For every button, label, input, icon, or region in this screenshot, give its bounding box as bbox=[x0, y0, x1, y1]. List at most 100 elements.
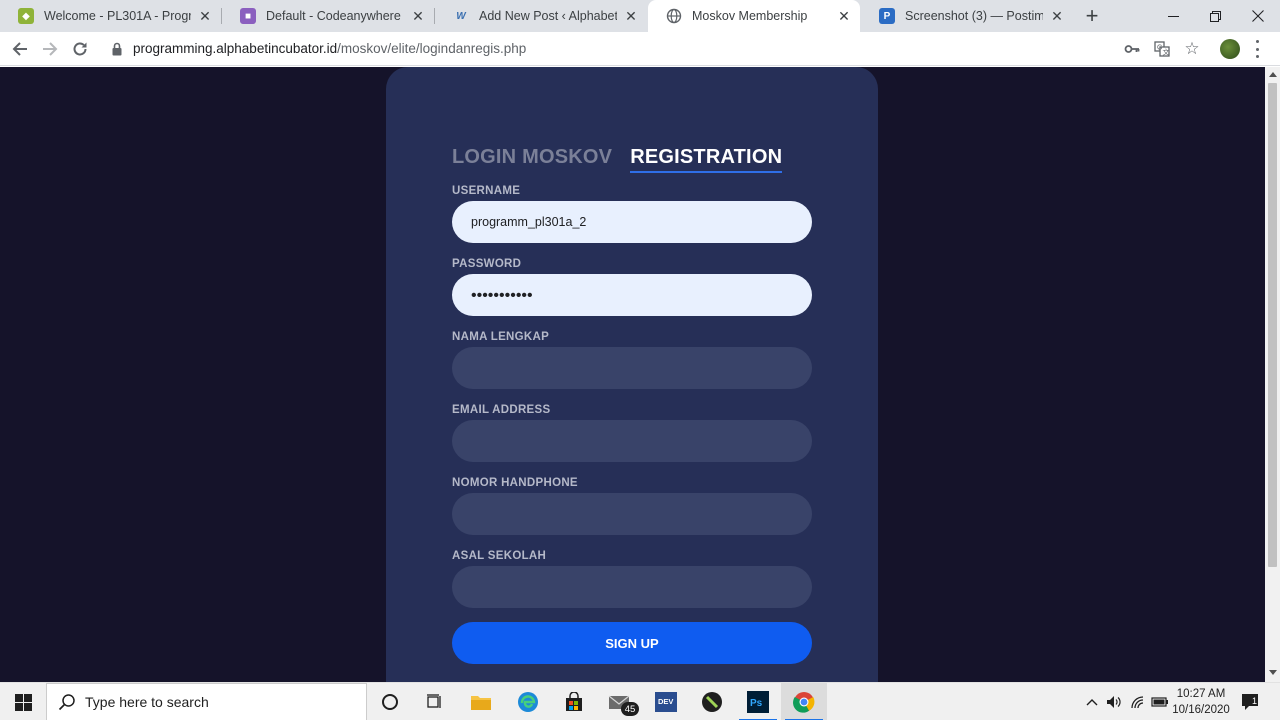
dev-app-button[interactable]: DEV bbox=[643, 683, 689, 720]
close-icon[interactable]: ✕ bbox=[836, 8, 852, 24]
scroll-up-icon[interactable] bbox=[1269, 72, 1277, 77]
scrollbar-thumb[interactable] bbox=[1268, 83, 1277, 567]
password-input[interactable] bbox=[452, 274, 812, 316]
show-hidden-icons[interactable] bbox=[1082, 683, 1102, 720]
svg-text:文: 文 bbox=[1163, 48, 1170, 57]
full-name-label: NAMA LENGKAP bbox=[452, 331, 550, 343]
clock-time: 10:27 AM bbox=[1176, 688, 1226, 700]
folder-icon bbox=[471, 696, 491, 710]
page-viewport: LOGIN MOSKOV REGISTRATION USERNAME PASSW… bbox=[0, 67, 1265, 682]
username-label: USERNAME bbox=[452, 185, 521, 197]
tab-login[interactable]: LOGIN MOSKOV bbox=[452, 146, 612, 173]
tab-registration[interactable]: REGISTRATION bbox=[630, 146, 783, 173]
search-placeholder: Type here to search bbox=[85, 694, 209, 710]
photoshop-button[interactable]: Ps bbox=[735, 683, 781, 720]
browser-menu-icon[interactable] bbox=[1254, 40, 1260, 58]
alphabet-favicon-icon: ◆ bbox=[18, 8, 34, 24]
windows-logo-icon bbox=[14, 693, 32, 711]
browser-tab-strip: ◆ Welcome - PL301A - Programm ✕ ■ Defaul… bbox=[0, 0, 1280, 32]
task-view-button[interactable] bbox=[412, 683, 458, 720]
browser-toolbar: programming.alphabetincubator.id/moskov/… bbox=[0, 32, 1280, 66]
tab-title: Default - Codeanywhere bbox=[266, 9, 401, 23]
battery-icon[interactable] bbox=[1150, 683, 1170, 720]
start-button[interactable] bbox=[0, 683, 46, 720]
browser-tab-moskov-membership[interactable]: Moskov Membership ✕ bbox=[648, 0, 860, 32]
codeanywhere-cube-icon: ■ bbox=[240, 8, 256, 24]
svg-text:Ps: Ps bbox=[750, 698, 763, 709]
browser-tab-add-new-post[interactable]: W Add New Post ‹ Alphabet Deve ✕ bbox=[435, 0, 647, 32]
key-icon[interactable] bbox=[1123, 40, 1141, 58]
reload-button[interactable] bbox=[67, 36, 93, 62]
username-input[interactable] bbox=[452, 201, 812, 243]
tab-title: Screenshot (3) — Postimages bbox=[905, 9, 1043, 23]
close-icon[interactable]: ✕ bbox=[623, 8, 639, 24]
store-button[interactable] bbox=[551, 683, 597, 720]
back-button[interactable] bbox=[7, 36, 33, 62]
profile-avatar[interactable] bbox=[1220, 39, 1240, 59]
minimize-button[interactable] bbox=[1152, 0, 1194, 32]
chevron-up-icon bbox=[1086, 699, 1098, 706]
tab-title: Moskov Membership bbox=[692, 9, 808, 23]
clock-date: 10/16/2020 bbox=[1172, 704, 1230, 716]
phone-input[interactable] bbox=[452, 493, 812, 535]
taskbar-search[interactable]: Type here to search bbox=[46, 683, 367, 720]
email-input[interactable] bbox=[452, 420, 812, 462]
form-tabs: LOGIN MOSKOV REGISTRATION bbox=[452, 146, 783, 173]
system-clock[interactable]: 10:27 AM 10/16/2020 bbox=[1172, 686, 1230, 718]
url-host: programming.alphabetincubator.id bbox=[133, 41, 338, 56]
globe-icon bbox=[666, 8, 682, 24]
forward-button[interactable] bbox=[37, 36, 63, 62]
tab-title: Add New Post ‹ Alphabet Deve bbox=[479, 9, 617, 23]
close-icon[interactable]: ✕ bbox=[410, 8, 426, 24]
search-icon bbox=[58, 694, 75, 711]
notification-center-icon bbox=[1242, 694, 1258, 710]
browser-tab-postimages[interactable]: P Screenshot (3) — Postimages ✕ bbox=[861, 0, 1073, 32]
url-path: /moskov/elite/logindanregis.php bbox=[337, 41, 527, 56]
page-scrollbar[interactable] bbox=[1265, 67, 1280, 682]
chrome-icon bbox=[793, 692, 815, 713]
photoshop-icon: Ps bbox=[747, 691, 769, 713]
wifi-icon[interactable] bbox=[1128, 683, 1148, 720]
edge-button[interactable] bbox=[505, 683, 551, 720]
chrome-button[interactable] bbox=[781, 683, 827, 720]
address-bar[interactable]: programming.alphabetincubator.id/moskov/… bbox=[133, 41, 526, 56]
phone-label: NOMOR HANDPHONE bbox=[452, 477, 578, 489]
wordpress-icon: W bbox=[456, 10, 466, 22]
mail-badge: 45 bbox=[621, 702, 639, 716]
cortana-icon bbox=[382, 694, 398, 710]
windows-taskbar: Type here to search 45 DEV Ps 10:27 AM 1… bbox=[0, 682, 1280, 720]
lock-icon[interactable] bbox=[112, 42, 122, 56]
volume-icon[interactable] bbox=[1104, 683, 1124, 720]
task-view-icon bbox=[427, 694, 441, 708]
pencil-circle-icon bbox=[702, 692, 722, 712]
browser-tab-codeanywhere[interactable]: ■ Default - Codeanywhere ✕ bbox=[222, 0, 434, 32]
new-tab-button[interactable]: + bbox=[1080, 3, 1104, 28]
close-icon[interactable]: ✕ bbox=[197, 8, 213, 24]
cortana-button[interactable] bbox=[367, 683, 413, 720]
close-icon[interactable]: ✕ bbox=[1049, 8, 1065, 24]
translate-icon[interactable]: G文 bbox=[1153, 40, 1171, 58]
svg-text:DEV: DEV bbox=[658, 697, 673, 706]
notifications-button[interactable]: 1 bbox=[1238, 683, 1264, 720]
sign-up-button[interactable]: SIGN UP bbox=[452, 622, 812, 664]
full-name-input[interactable] bbox=[452, 347, 812, 389]
restore-button[interactable] bbox=[1194, 0, 1236, 32]
notification-count: 1 bbox=[1252, 696, 1258, 706]
school-input[interactable] bbox=[452, 566, 812, 608]
email-label: EMAIL ADDRESS bbox=[452, 404, 551, 416]
password-label: PASSWORD bbox=[452, 258, 522, 270]
postimages-icon: P bbox=[879, 8, 895, 24]
close-window-button[interactable] bbox=[1237, 0, 1279, 32]
school-label: ASAL SEKOLAH bbox=[452, 550, 547, 562]
dev-app-icon: DEV bbox=[655, 692, 677, 712]
store-bag-icon bbox=[566, 692, 582, 711]
bookmark-star-icon[interactable]: ☆ bbox=[1183, 39, 1201, 58]
registration-card: LOGIN MOSKOV REGISTRATION USERNAME PASSW… bbox=[386, 67, 878, 682]
edge-icon bbox=[518, 692, 538, 712]
sharpen-app-button[interactable] bbox=[689, 683, 735, 720]
mail-button[interactable]: 45 bbox=[597, 683, 643, 720]
tab-title: Welcome - PL301A - Programm bbox=[44, 9, 191, 23]
browser-tab-welcome[interactable]: ◆ Welcome - PL301A - Programm ✕ bbox=[0, 0, 221, 32]
file-explorer-button[interactable] bbox=[458, 683, 504, 720]
scroll-down-icon[interactable] bbox=[1269, 670, 1277, 675]
